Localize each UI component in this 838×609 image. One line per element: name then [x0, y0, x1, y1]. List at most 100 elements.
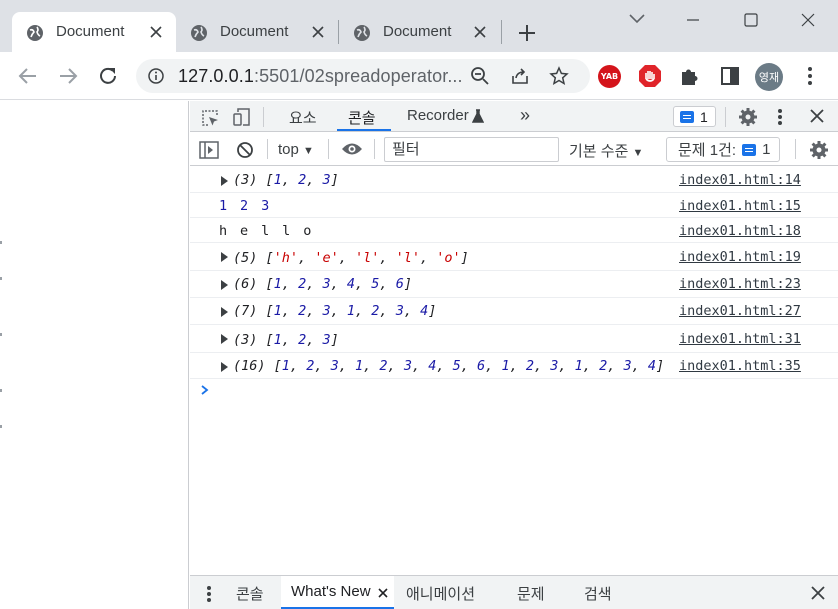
message-icon: [680, 110, 694, 123]
expand-triangle-icon[interactable]: [221, 334, 228, 344]
device-toolbar-icon[interactable]: [232, 107, 252, 127]
separator: [328, 139, 329, 159]
source-link[interactable]: index01.html:35: [679, 358, 801, 374]
console-message[interactable]: (6) [1, 2, 3, 4, 5, 6] index01.html:23: [190, 271, 838, 298]
source-link[interactable]: index01.html:14: [679, 172, 801, 188]
flask-icon: [472, 109, 484, 123]
maximize-icon[interactable]: [741, 10, 761, 30]
drawer-tab-issues[interactable]: 문제: [517, 583, 545, 604]
browser-tab-2[interactable]: Document: [176, 12, 340, 52]
drawer-menu-icon[interactable]: [206, 585, 212, 603]
close-icon[interactable]: [312, 26, 324, 38]
address-bar[interactable]: 127.0.0.1:5501/02spreadoperator...: [136, 59, 590, 93]
array-length: (5): [233, 250, 266, 266]
console-message[interactable]: (7) [1, 2, 3, 1, 2, 3, 4] index01.html:27: [190, 298, 838, 325]
expand-triangle-icon[interactable]: [221, 252, 228, 262]
punctuation: ,: [379, 303, 396, 319]
bookmark-star-icon[interactable]: [549, 66, 569, 86]
minimize-icon[interactable]: [683, 10, 703, 30]
punctuation: [: [265, 172, 274, 188]
customize-menu-icon[interactable]: [776, 107, 784, 127]
punctuation: ,: [314, 358, 331, 374]
console-toolbar: top ▼ 기본 수준 ▼ 문제 1건: 1: [190, 133, 838, 166]
browser-tab-3[interactable]: Document: [339, 12, 501, 52]
reload-icon[interactable]: [96, 64, 120, 88]
number-value: 2: [298, 303, 307, 319]
source-link[interactable]: index01.html:23: [679, 276, 801, 292]
source-link[interactable]: index01.html:18: [679, 223, 801, 239]
source-link[interactable]: index01.html:31: [679, 331, 801, 347]
console-message[interactable]: (3) [1, 2, 3] index01.html:31: [190, 325, 838, 353]
punctuation: ,: [485, 358, 502, 374]
settings-gear-icon[interactable]: [738, 107, 758, 127]
clear-console-icon[interactable]: [236, 141, 254, 159]
new-tab-button[interactable]: [516, 22, 538, 44]
number-value: 6: [395, 276, 404, 292]
back-icon[interactable]: [16, 64, 40, 88]
browser-tab-title: Document: [56, 23, 125, 40]
eye-icon[interactable]: [341, 141, 363, 157]
tab-elements[interactable]: 요소: [289, 107, 317, 128]
puzzle-icon[interactable]: [678, 64, 702, 88]
drawer-tab-search[interactable]: 검색: [584, 583, 612, 604]
side-panel-icon[interactable]: [718, 64, 742, 88]
adblock-icon[interactable]: [638, 64, 662, 88]
console-prompt[interactable]: [190, 379, 838, 403]
inspect-element-icon[interactable]: [200, 108, 220, 128]
tab-recorder[interactable]: Recorder: [407, 107, 469, 124]
drawer-tab-whats-new[interactable]: What's New: [291, 583, 371, 600]
issues-label: 문제 1건:: [678, 142, 737, 159]
issues-counter[interactable]: 문제 1건: 1: [666, 137, 780, 162]
expand-triangle-icon[interactable]: [221, 362, 228, 372]
drawer-tab-console[interactable]: 콘솔: [236, 583, 264, 604]
window-close-icon[interactable]: [798, 10, 818, 30]
console-filter-input[interactable]: [384, 137, 559, 162]
console-message-text: (3) [1, 2, 3]: [233, 172, 339, 188]
source-link[interactable]: index01.html:15: [679, 198, 801, 214]
punctuation: ,: [379, 250, 396, 266]
tab-separator: [501, 20, 502, 44]
number-value: 4: [647, 358, 657, 374]
number-value: 1: [273, 172, 282, 188]
close-tab-icon[interactable]: [378, 588, 388, 598]
log-levels-dropdown[interactable]: 기본 수준 ▼: [569, 140, 643, 161]
sidebar-toggle-icon[interactable]: [199, 141, 219, 159]
forward-icon[interactable]: [56, 64, 80, 88]
url-host: 127.0.0.1: [178, 66, 254, 86]
devtools-tab-bar: 요소 콘솔 Recorder » 1: [190, 101, 838, 132]
console-message-text: 1 2 3: [219, 198, 272, 214]
browser-tab-title: Document: [220, 23, 289, 40]
tab-search-icon[interactable]: [627, 12, 647, 32]
info-icon[interactable]: [148, 68, 164, 84]
expand-triangle-icon[interactable]: [221, 176, 228, 186]
source-link[interactable]: index01.html:19: [679, 249, 801, 265]
issues-badge[interactable]: 1: [673, 106, 716, 127]
console-message[interactable]: (3) [1, 2, 3] index01.html:14: [190, 167, 838, 193]
more-tabs-button[interactable]: »: [520, 105, 530, 126]
punctuation: [: [265, 332, 274, 348]
string-value: 'o': [436, 250, 461, 266]
browser-tab-1[interactable]: Document: [12, 12, 176, 52]
expand-triangle-icon[interactable]: [221, 307, 228, 317]
chrome-menu-icon[interactable]: [798, 64, 822, 88]
punctuation: ,: [631, 358, 648, 374]
zoom-icon[interactable]: [470, 66, 490, 86]
close-devtools-icon[interactable]: [810, 109, 824, 123]
punctuation: [: [273, 358, 282, 374]
expand-triangle-icon[interactable]: [221, 280, 228, 290]
console-message[interactable]: (5) ['h', 'e', 'l', 'l', 'o'] index01.htm…: [190, 243, 838, 271]
source-link[interactable]: index01.html:27: [679, 303, 801, 319]
close-icon[interactable]: [150, 26, 162, 38]
tab-console[interactable]: 콘솔: [348, 107, 376, 128]
close-icon[interactable]: [474, 26, 486, 38]
punctuation: ,: [436, 358, 453, 374]
console-message[interactable]: (16) [1, 2, 3, 1, 2, 3, 4, 5, 6, 1, 2, 3…: [190, 353, 838, 379]
close-drawer-icon[interactable]: [811, 586, 825, 600]
yab-extension-icon[interactable]: YAB: [598, 65, 621, 88]
drawer-tab-animations[interactable]: 애니메이션: [406, 583, 475, 604]
message-icon: [742, 143, 757, 156]
context-selector[interactable]: top ▼: [278, 141, 314, 158]
profile-avatar[interactable]: 영재: [755, 63, 783, 91]
console-settings-gear-icon[interactable]: [809, 140, 829, 160]
share-icon[interactable]: [510, 66, 530, 86]
